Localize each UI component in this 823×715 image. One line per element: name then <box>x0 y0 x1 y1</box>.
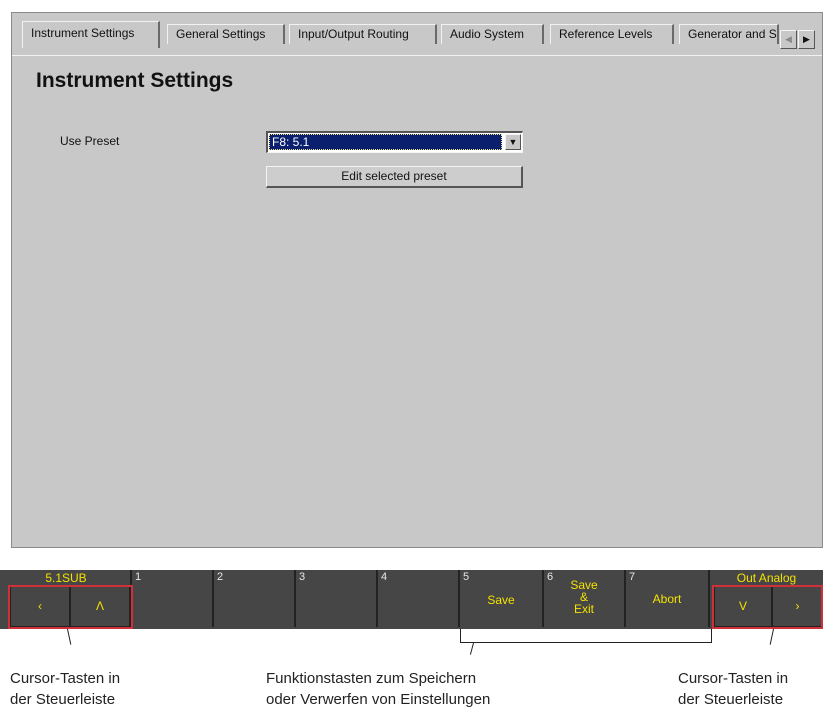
right-caption-line-1: Cursor-Tasten in <box>678 670 789 687</box>
preset-select-value: F8: 5.1 <box>269 134 502 150</box>
save-exit-button[interactable]: 6 Save & Exit <box>544 570 626 627</box>
right-caption-line-2: der Steuerleiste <box>678 691 784 708</box>
tab-generator[interactable]: Generator and S <box>679 24 779 44</box>
key-number: 3 <box>299 571 306 583</box>
right-status: Out Analog <box>736 571 797 585</box>
middle-caption-line-2: oder Verwerfen von Einstellungen <box>266 691 491 708</box>
middle-caption-line-1: Funktionstasten zum Speichern <box>266 670 477 687</box>
tab-audio-system[interactable]: Audio System <box>441 24 544 44</box>
function-key-bracket <box>460 629 712 643</box>
key-number: 1 <box>135 571 142 583</box>
function-key-4[interactable]: 4 <box>378 570 460 627</box>
key-number: 2 <box>217 571 224 583</box>
function-key-2[interactable]: 2 <box>214 570 296 627</box>
tab-divider <box>12 55 822 56</box>
key-number: 7 <box>629 571 636 583</box>
left-caption: Cursor-Tasten in der Steuerleiste <box>10 668 120 710</box>
right-caption: Cursor-Tasten in der Steuerleiste <box>678 668 788 710</box>
abort-button[interactable]: 7 Abort <box>626 570 710 627</box>
key-number: 5 <box>463 571 470 583</box>
abort-label: Abort <box>652 592 682 606</box>
left-caption-line-2: der Steuerleiste <box>10 691 116 708</box>
arrow-left-icon: ◀ <box>785 34 792 44</box>
tab-reference-levels[interactable]: Reference Levels <box>550 24 674 44</box>
save-exit-label-3: Exit <box>573 602 594 616</box>
key-number: 4 <box>381 571 388 583</box>
tab-scroll-left-button[interactable]: ◀ <box>780 30 797 49</box>
preset-select[interactable]: F8: 5.1 ▼ <box>266 131 523 153</box>
save-label: Save <box>487 593 515 607</box>
left-callout-line <box>67 628 72 645</box>
chevron-down-icon[interactable]: ▼ <box>505 134 521 150</box>
tab-input-output-routing[interactable]: Input/Output Routing <box>289 24 437 44</box>
tab-scroll-right-button[interactable]: ▶ <box>798 30 815 49</box>
left-cursor-highlight <box>8 585 133 629</box>
page-title: Instrument Settings <box>36 69 234 92</box>
arrow-right-icon: ▶ <box>803 34 810 44</box>
use-preset-label: Use Preset <box>60 134 120 148</box>
right-callout-line <box>769 628 774 645</box>
function-key-1[interactable]: 1 <box>132 570 214 627</box>
edit-preset-button[interactable]: Edit selected preset <box>266 166 523 188</box>
save-button[interactable]: 5 Save <box>460 570 544 627</box>
settings-window: Instrument Settings General Settings Inp… <box>11 12 823 548</box>
middle-callout-line <box>469 642 474 655</box>
tab-general-settings[interactable]: General Settings <box>167 24 285 44</box>
tab-bar: Instrument Settings General Settings Inp… <box>12 21 822 56</box>
tab-instrument-settings[interactable]: Instrument Settings <box>22 21 160 48</box>
left-caption-line-1: Cursor-Tasten in <box>10 670 121 687</box>
left-status: 5.1SUB <box>45 571 87 585</box>
middle-caption: Funktionstasten zum Speichern oder Verwe… <box>266 668 490 710</box>
right-cursor-highlight <box>712 585 823 629</box>
function-key-3[interactable]: 3 <box>296 570 378 627</box>
